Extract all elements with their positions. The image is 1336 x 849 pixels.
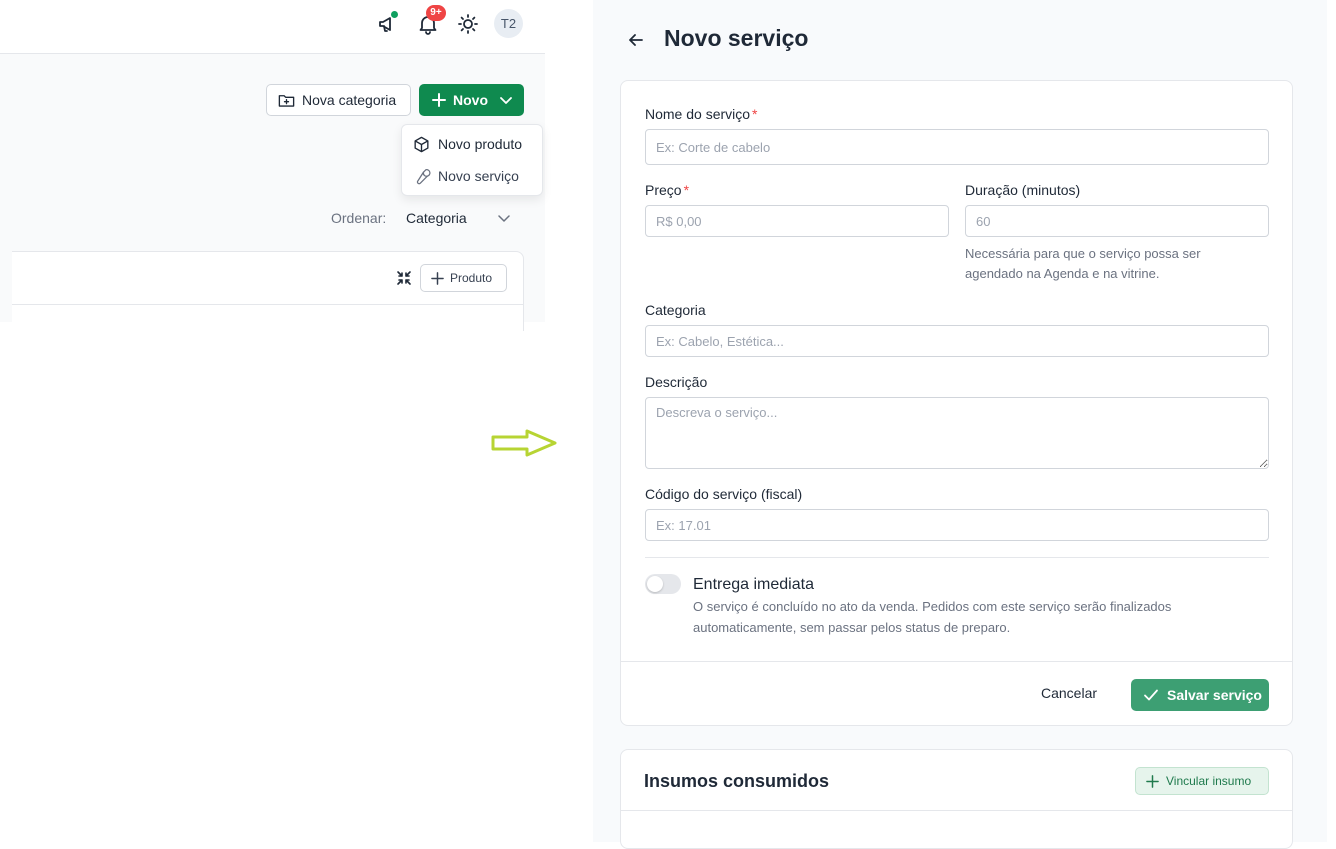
service-name-input[interactable]: [645, 129, 1269, 165]
immediate-delivery-title: Entrega imediata: [693, 576, 814, 593]
service-code-input[interactable]: [645, 509, 1269, 541]
consumed-supplies-card: Insumos consumidos Vincular insumo: [620, 749, 1293, 849]
sort-label: Ordenar:: [331, 210, 387, 226]
label-text: Nome do serviço: [645, 106, 751, 122]
duration-input[interactable]: [965, 205, 1269, 237]
service-name-label: Nome do serviço *: [645, 106, 758, 122]
product-list-panel: 9+ T2 Nova categoria Novo Novo produto N…: [0, 0, 545, 331]
price-input[interactable]: [645, 205, 949, 237]
menu-item-label: Novo produto: [438, 136, 523, 152]
immediate-delivery-toggle[interactable]: [645, 574, 681, 594]
save-service-label: Salvar serviço: [1167, 687, 1262, 703]
wrench-icon: [416, 168, 431, 184]
cancel-button[interactable]: Cancelar: [1041, 685, 1097, 701]
link-supply-label: Vincular insumo: [1166, 774, 1252, 788]
category-input[interactable]: [645, 325, 1269, 357]
page-title: Novo serviço: [664, 25, 809, 51]
avatar[interactable]: T2: [494, 9, 523, 38]
divider: [645, 557, 1269, 558]
toggle-knob: [647, 576, 663, 592]
description-label: Descrição: [645, 374, 708, 390]
new-button[interactable]: Novo: [419, 84, 524, 116]
chevron-down-icon[interactable]: [496, 210, 512, 226]
sun-icon[interactable]: [456, 12, 480, 36]
description-textarea[interactable]: [645, 397, 1269, 469]
price-label: Preço *: [645, 182, 689, 198]
status-dot: [391, 11, 398, 18]
plus-icon: [431, 271, 444, 285]
category-card: Produto: [12, 251, 524, 331]
divider: [621, 810, 1292, 811]
menu-item-new-service[interactable]: Novo serviço: [412, 163, 519, 189]
transition-arrow-icon: [491, 429, 557, 457]
new-button-label: Novo: [453, 92, 488, 108]
duration-label: Duração (minutos): [965, 182, 1081, 198]
menu-item-label: Novo serviço: [438, 168, 519, 184]
arrow-left-icon[interactable]: [626, 30, 646, 50]
bell-icon[interactable]: 9+: [416, 5, 446, 36]
immediate-delivery-description: O serviço é concluído no ato da venda. P…: [693, 599, 1172, 635]
required-mark: *: [752, 106, 758, 122]
duration-hint: Necessária para que o serviço possa ser …: [965, 246, 1201, 281]
menu-item-new-product[interactable]: Novo produto: [412, 131, 522, 157]
service-form: Nome do serviço* Preço* Duração (minutos…: [620, 80, 1293, 726]
section-title: Insumos consumidos: [644, 771, 830, 791]
plus-icon: [1146, 774, 1159, 788]
folder-plus-icon: [278, 94, 295, 107]
add-product-button[interactable]: Produto: [420, 264, 507, 292]
sort-select[interactable]: Categoria: [406, 210, 467, 226]
chevron-down-icon: [500, 97, 512, 104]
save-service-button[interactable]: Salvar serviço: [1131, 679, 1269, 711]
new-category-label: Nova categoria: [302, 92, 397, 108]
service-code-label: Código do serviço (fiscal): [645, 486, 803, 502]
new-category-button[interactable]: Nova categoria: [266, 84, 411, 116]
plus-icon: [432, 93, 446, 107]
new-service-panel: Novo serviço Nome do serviço* Preço* Dur…: [593, 0, 1327, 849]
add-product-label: Produto: [450, 271, 493, 285]
divider: [12, 304, 523, 305]
box-icon: [414, 136, 429, 152]
notification-badge: 9+: [426, 5, 446, 21]
divider: [621, 661, 1292, 662]
collapse-icon[interactable]: [395, 269, 413, 287]
new-dropdown-menu: Novo produto Novo serviço: [401, 124, 543, 196]
category-label: Categoria: [645, 302, 706, 318]
top-bar: 9+ T2: [0, 0, 545, 54]
required-mark: *: [683, 182, 690, 198]
link-supply-button[interactable]: Vincular insumo: [1135, 767, 1269, 795]
label-text: Preço: [645, 182, 682, 198]
check-icon: [1144, 689, 1158, 701]
megaphone-icon[interactable]: [376, 11, 400, 36]
